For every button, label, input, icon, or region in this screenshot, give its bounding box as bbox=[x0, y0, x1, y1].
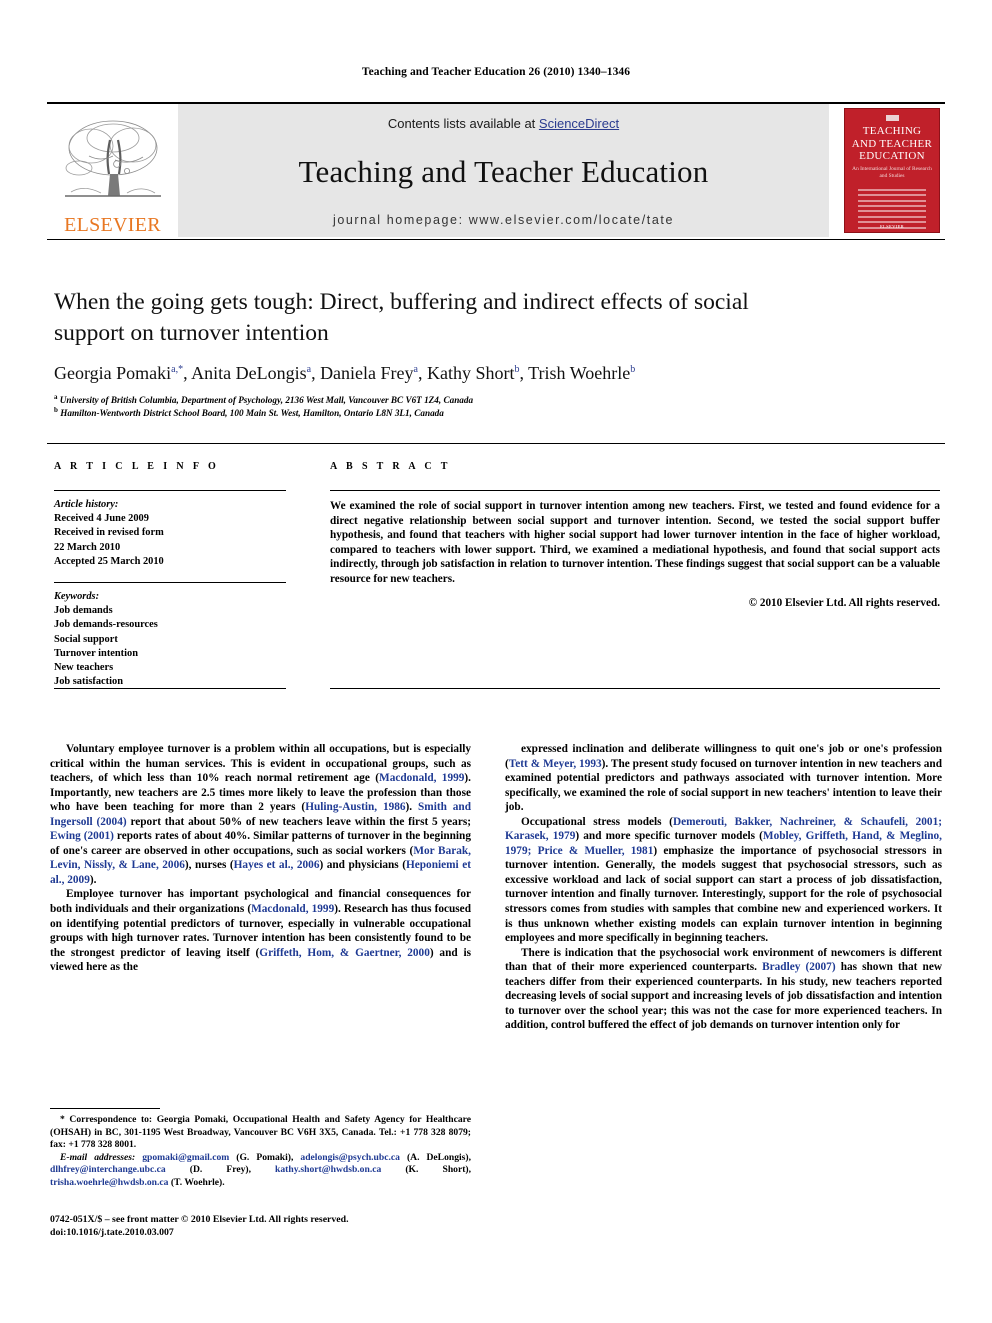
body-paragraph: expressed inclination and deliberate wil… bbox=[505, 743, 942, 814]
keywords-block: Keywords: Job demands Job demands-resour… bbox=[54, 582, 286, 689]
elsevier-tree-icon bbox=[57, 116, 169, 216]
article-info-heading: A R T I C L E I N F O bbox=[54, 461, 220, 472]
contents-available-line: Contents lists available at ScienceDirec… bbox=[388, 116, 619, 131]
cover-title-line3: EDUCATION bbox=[859, 150, 925, 163]
article-history-line-2: Received in revised form bbox=[54, 527, 164, 539]
article-info-column: Article history: Received 4 June 2009 Re… bbox=[54, 490, 286, 689]
body-column-left: Voluntary employee turnover is a problem… bbox=[50, 742, 471, 975]
abstract-copyright: © 2010 Elsevier Ltd. All rights reserved… bbox=[748, 596, 940, 609]
paper-page: Teaching and Teacher Education 26 (2010)… bbox=[0, 0, 992, 1323]
body-paragraph: There is indication that the psychosocia… bbox=[505, 946, 942, 1032]
keyword-item: Job demands-resources bbox=[54, 619, 158, 631]
cover-title-line2: AND TEACHER bbox=[851, 137, 933, 150]
article-history-line-1: Received 4 June 2009 bbox=[54, 513, 149, 525]
sciencedirect-link[interactable]: ScienceDirect bbox=[539, 116, 619, 131]
journal-homepage-link[interactable]: journal homepage: www.elsevier.com/locat… bbox=[333, 213, 674, 227]
affiliation-b: b Hamilton-Wentworth District School Boa… bbox=[54, 406, 444, 419]
contents-prefix: Contents lists available at bbox=[387, 116, 539, 131]
body-column-right: expressed inclination and deliberate wil… bbox=[505, 742, 942, 1033]
abstract-column: We examined the role of social support i… bbox=[330, 490, 940, 610]
masthead-center: Contents lists available at ScienceDirec… bbox=[178, 104, 829, 237]
cover-artwork: TEACHING AND TEACHER EDUCATION An Intern… bbox=[844, 108, 940, 233]
keywords-rule bbox=[54, 582, 286, 584]
email-addresses: E-mail addresses: gpomaki@gmail.com (G. … bbox=[50, 1151, 471, 1188]
journal-masthead: ELSEVIER Contents lists available at Sci… bbox=[47, 102, 945, 238]
doi-line: doi:10.1016/j.tate.2010.03.007 bbox=[50, 1227, 174, 1238]
author-list: Georgia Pomakia,*, Anita DeLongisa, Dani… bbox=[54, 363, 636, 383]
keyword-item: Social support bbox=[54, 633, 118, 645]
body-paragraph: Occupational stress models (Demerouti, B… bbox=[505, 815, 942, 945]
info-section-top-rule bbox=[47, 443, 945, 444]
page-title: When the going gets tough: Direct, buffe… bbox=[54, 289, 749, 346]
imprint-block: 0742-051X/$ – see front matter © 2010 El… bbox=[50, 1213, 530, 1239]
keyword-item: Job demands bbox=[54, 605, 113, 617]
info-bottom-rule-left bbox=[54, 688, 286, 689]
running-head: Teaching and Teacher Education 26 (2010)… bbox=[361, 66, 631, 78]
footnote-rule bbox=[50, 1108, 160, 1109]
article-history-line-4: Accepted 25 March 2010 bbox=[54, 555, 164, 567]
abstract-heading: A B S T R A C T bbox=[330, 461, 451, 472]
abstract-rule bbox=[330, 490, 940, 491]
keyword-item: New teachers bbox=[54, 662, 114, 674]
keywords-label: Keywords: bbox=[54, 591, 100, 603]
issn-line: 0742-051X/$ – see front matter © 2010 El… bbox=[50, 1214, 349, 1225]
article-history-label: Article history: bbox=[54, 499, 119, 510]
article-history-rule bbox=[54, 490, 286, 491]
body-paragraph: Voluntary employee turnover is a problem… bbox=[50, 743, 472, 886]
journal-cover-thumbnail: TEACHING AND TEACHER EDUCATION An Intern… bbox=[839, 104, 945, 237]
masthead-bottom-rule bbox=[47, 239, 945, 240]
cover-footer-wordmark: ELSEVIER bbox=[879, 224, 905, 229]
cover-elsevier-mark-icon bbox=[885, 115, 899, 121]
article-history-line-3: 22 March 2010 bbox=[54, 541, 121, 553]
body-paragraph: Employee turnover has important psycholo… bbox=[50, 888, 471, 974]
cover-subtitle: An International Journal of Research and… bbox=[852, 166, 932, 180]
affiliation-b-text: Hamilton-Wentworth District School Board… bbox=[60, 408, 444, 419]
correspondence-text: * Correspondence to: Georgia Pomaki, Occ… bbox=[50, 1114, 471, 1151]
correspondence-footnote: * Correspondence to: Georgia Pomaki, Occ… bbox=[50, 1108, 471, 1190]
abstract-text: We examined the role of social support i… bbox=[330, 500, 940, 585]
elsevier-wordmark: ELSEVIER bbox=[64, 214, 161, 236]
journal-title: Teaching and Teacher Education bbox=[298, 154, 709, 189]
cover-title-line1: TEACHING bbox=[862, 124, 922, 137]
keyword-item: Turnover intention bbox=[54, 647, 139, 659]
info-bottom-rule-right bbox=[330, 688, 940, 689]
elsevier-logo: ELSEVIER bbox=[47, 104, 178, 237]
